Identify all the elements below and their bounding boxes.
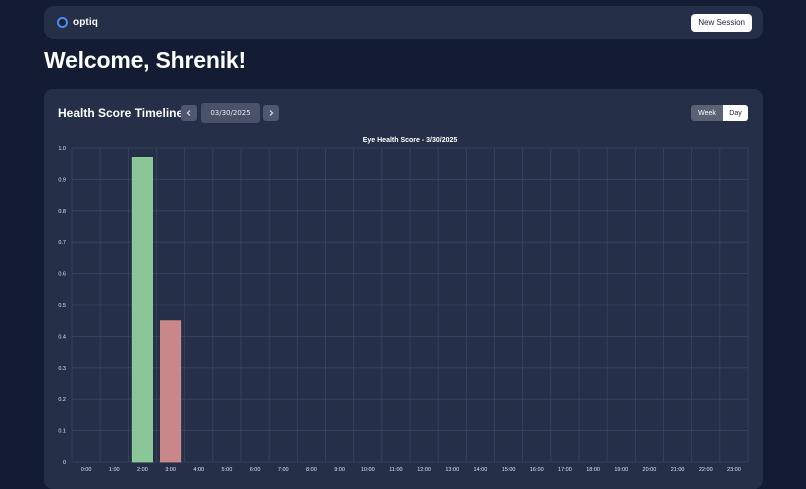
x-tick-label: 13:00 [445,467,459,473]
x-tick-label: 0:00 [81,467,92,473]
x-tick-label: 17:00 [558,467,572,473]
x-tick-label: 14:00 [474,467,488,473]
x-tick-label: 20:00 [643,467,657,473]
y-tick-label: 0 [63,460,66,466]
x-tick-label: 5:00 [222,467,233,473]
brand[interactable]: optiq [57,17,98,28]
y-tick-label: 0.8 [58,209,66,215]
x-tick-label: 4:00 [193,467,204,473]
bar-200 [131,157,153,463]
y-tick-label: 0.1 [58,429,66,435]
x-tick-label: 8:00 [306,467,317,473]
y-tick-label: 0.5 [58,303,66,309]
health-score-card: Health Score Timeline 03/30/2025 Week Da… [44,89,763,489]
y-tick-label: 0.4 [58,334,66,340]
bar-300 [160,320,182,463]
x-tick-label: 15:00 [502,467,516,473]
top-navbar: optiq New Session [44,6,763,39]
y-tick-label: 0.7 [58,240,66,246]
x-tick-label: 10:00 [361,467,375,473]
x-tick-label: 19:00 [614,467,628,473]
new-session-button[interactable]: New Session [691,13,752,32]
x-tick-label: 21:00 [671,467,685,473]
x-tick-label: 9:00 [334,467,345,473]
y-tick-label: 0.6 [58,272,66,278]
brand-name: optiq [73,17,98,28]
x-tick-label: 22:00 [699,467,713,473]
x-tick-label: 11:00 [389,467,402,473]
x-tick-label: 2:00 [137,467,148,473]
logo-icon [57,17,68,28]
eye-health-chart: Eye Health Score - 3/30/2025 0 0.1 0.2 0.3 0.… [58,137,749,473]
x-tick-label: 3:00 [165,467,176,473]
y-tick-label: 0.9 [58,177,66,183]
x-tick-label: 7:00 [278,467,289,473]
x-tick-label: 16:00 [530,467,544,473]
x-tick-label: 23:00 [727,467,741,473]
chart-title: Eye Health Score - 3/30/2025 [363,137,458,144]
y-tick-label: 0.3 [58,366,66,372]
x-tick-label: 6:00 [250,467,261,473]
x-tick-label: 18:00 [586,467,600,473]
y-tick-label: 0.2 [58,397,66,403]
welcome-heading: Welcome, Shrenik! [44,47,246,73]
x-tick-label: 12:00 [417,467,431,473]
x-tick-label: 1:00 [109,467,120,473]
y-tick-label: 1.0 [58,146,66,152]
